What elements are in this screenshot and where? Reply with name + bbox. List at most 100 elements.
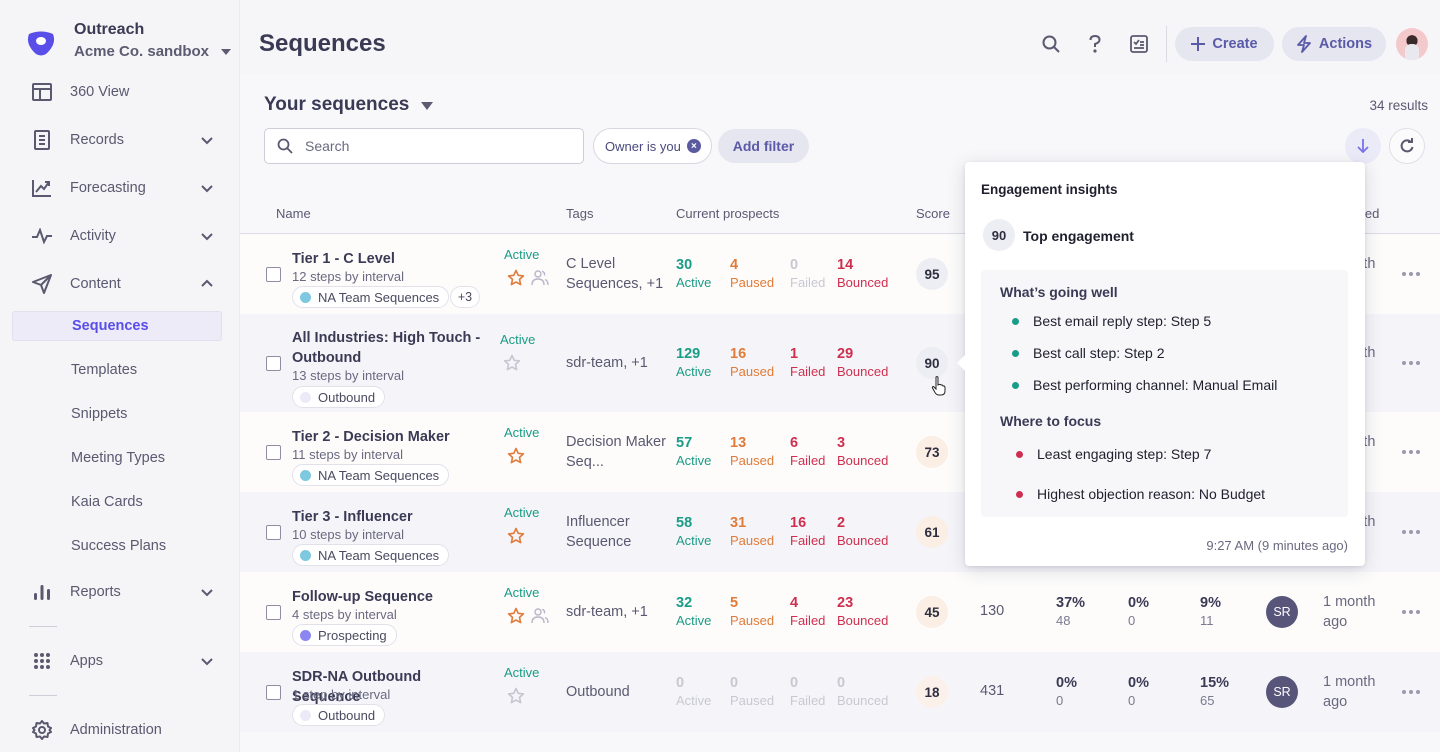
sidebar-subitem-success-plans[interactable]: Success Plans <box>12 531 222 561</box>
view-selector[interactable]: Your sequences <box>264 94 434 116</box>
prospects-active[interactable]: 30 Active <box>676 256 711 292</box>
more-options-icon[interactable] <box>1402 269 1420 279</box>
row-checkbox[interactable] <box>266 356 281 371</box>
help-button[interactable] <box>1084 33 1106 55</box>
add-filter-button[interactable]: Add filter <box>718 129 809 163</box>
create-button[interactable]: Create <box>1175 27 1274 61</box>
tag-chip[interactable]: NA Team Sequences <box>292 286 450 308</box>
prospects-bounced[interactable]: 14 Bounced <box>837 256 888 292</box>
score-badge[interactable]: 73 <box>916 436 948 468</box>
prospects-active[interactable]: 129 Active <box>676 345 711 381</box>
star-filled-icon[interactable] <box>507 607 525 625</box>
prospects-active[interactable]: 57 Active <box>676 434 711 470</box>
owner-avatar[interactable]: SR <box>1266 676 1298 708</box>
search-button[interactable] <box>1040 33 1062 55</box>
prospects-paused[interactable]: 16 Paused <box>730 345 774 381</box>
prospects-paused[interactable]: 13 Paused <box>730 434 774 470</box>
row-checkbox[interactable] <box>266 445 281 460</box>
tag-chip[interactable]: Outbound <box>292 386 386 408</box>
prospects-paused[interactable]: 0 Paused <box>730 674 774 710</box>
row-checkbox[interactable] <box>266 685 281 700</box>
filter-chip-owner[interactable]: Owner is you × <box>593 128 712 164</box>
star-outline-icon[interactable] <box>503 354 521 372</box>
star-outline-icon[interactable] <box>507 687 525 705</box>
prospects-failed[interactable]: 0 Failed <box>790 674 825 710</box>
table-row[interactable]: Follow-up Sequence 4 steps by interval P… <box>240 572 1440 652</box>
org-switcher[interactable]: Acme Co. sandbox <box>74 40 232 64</box>
tag-chip[interactable]: Prospecting <box>292 624 397 646</box>
owner-avatar[interactable]: SR <box>1266 596 1298 628</box>
sidebar-subitem-snippets[interactable]: Snippets <box>12 399 222 429</box>
more-options-icon[interactable] <box>1402 358 1420 368</box>
row-checkbox[interactable] <box>266 605 281 620</box>
sequence-name-link[interactable]: Follow-up Sequence <box>292 587 492 607</box>
user-avatar[interactable] <box>1396 28 1428 60</box>
more-options-icon[interactable] <box>1402 687 1420 697</box>
prospects-bounced[interactable]: 23 Bounced <box>837 594 888 630</box>
star-filled-icon[interactable] <box>507 527 525 545</box>
tags-text[interactable]: Influencer Sequence <box>566 512 666 552</box>
score-badge[interactable]: 61 <box>916 516 948 548</box>
star-filled-icon[interactable] <box>507 447 525 465</box>
table-row[interactable]: SDR-NA Outbound Sequence 1 step by inter… <box>240 652 1440 732</box>
sidebar-item-administration[interactable]: Administration <box>0 710 240 750</box>
prospects-paused[interactable]: 31 Paused <box>730 514 774 550</box>
more-options-icon[interactable] <box>1402 607 1420 617</box>
tags-text[interactable]: sdr-team, +1 <box>566 602 676 622</box>
sidebar-subitem-meeting-types[interactable]: Meeting Types <box>12 443 222 473</box>
prospects-bounced[interactable]: 2 Bounced <box>837 514 888 550</box>
score-badge[interactable]: 18 <box>916 676 948 708</box>
prospects-bounced[interactable]: 0 Bounced <box>837 674 888 710</box>
score-badge[interactable]: 90 <box>916 347 948 379</box>
tag-chip[interactable]: NA Team Sequences <box>292 464 450 486</box>
prospects-paused[interactable]: 5 Paused <box>730 594 774 630</box>
prospects-active[interactable]: 58 Active <box>676 514 711 550</box>
column-header-score[interactable]: Score <box>916 206 950 221</box>
score-badge[interactable]: 45 <box>916 596 948 628</box>
sidebar-item-records[interactable]: Records <box>0 120 240 160</box>
more-options-icon[interactable] <box>1402 447 1420 457</box>
sidebar-item-content[interactable]: Content <box>0 264 240 304</box>
brand[interactable]: Outreach Acme Co. sandbox <box>26 20 232 64</box>
remove-filter-icon[interactable]: × <box>686 139 701 153</box>
tags-text[interactable]: sdr-team, +1 <box>566 353 676 373</box>
column-header-current-prospects[interactable]: Current prospects <box>676 206 779 221</box>
column-header-name[interactable]: Name <box>276 206 311 221</box>
sequence-name-link[interactable]: Tier 3 - Influencer <box>292 507 492 527</box>
score-badge[interactable]: 95 <box>916 258 948 290</box>
column-header-tags[interactable]: Tags <box>566 206 593 221</box>
search-input[interactable] <box>305 138 565 154</box>
tag-chip[interactable]: Outbound <box>292 704 386 726</box>
prospects-failed[interactable]: 4 Failed <box>790 594 825 630</box>
sidebar-item-reports[interactable]: Reports <box>0 572 240 612</box>
more-tags-chip[interactable]: +3 <box>450 286 480 308</box>
sidebar-subitem-sequences[interactable]: Sequences <box>12 311 222 341</box>
tag-chip[interactable]: NA Team Sequences <box>292 544 450 566</box>
prospects-paused[interactable]: 4 Paused <box>730 256 774 292</box>
search-field[interactable] <box>264 128 584 164</box>
sidebar-item-apps[interactable]: Apps <box>0 641 240 681</box>
prospects-bounced[interactable]: 3 Bounced <box>837 434 888 470</box>
sidebar-subitem-templates[interactable]: Templates <box>12 355 222 385</box>
sidebar-item-360-view[interactable]: 360 View <box>0 72 240 112</box>
tags-text[interactable]: C Level Sequences, +1 <box>566 254 666 294</box>
tasks-button[interactable] <box>1128 33 1150 55</box>
tags-text[interactable]: Decision Maker Seq... <box>566 432 666 472</box>
sidebar-subitem-kaia-cards[interactable]: Kaia Cards <box>12 487 222 517</box>
prospects-active[interactable]: 32 Active <box>676 594 711 630</box>
prospects-failed[interactable]: 6 Failed <box>790 434 825 470</box>
more-options-icon[interactable] <box>1402 527 1420 537</box>
sidebar-item-activity[interactable]: Activity <box>0 216 240 256</box>
star-filled-icon[interactable] <box>507 269 525 287</box>
prospects-failed[interactable]: 1 Failed <box>790 345 825 381</box>
row-checkbox[interactable] <box>266 525 281 540</box>
sequence-name-link[interactable]: Tier 2 - Decision Maker <box>292 427 492 447</box>
sidebar-item-forecasting[interactable]: Forecasting <box>0 168 240 208</box>
sequence-name-link[interactable]: All Industries: High Touch - Outbound <box>292 328 492 368</box>
tags-text[interactable]: Outbound <box>566 682 676 702</box>
refresh-button[interactable] <box>1389 128 1425 164</box>
prospects-failed[interactable]: 16 Failed <box>790 514 825 550</box>
prospects-failed[interactable]: 0 Failed <box>790 256 825 292</box>
prospects-bounced[interactable]: 29 Bounced <box>837 345 888 381</box>
actions-button[interactable]: Actions <box>1282 27 1386 61</box>
